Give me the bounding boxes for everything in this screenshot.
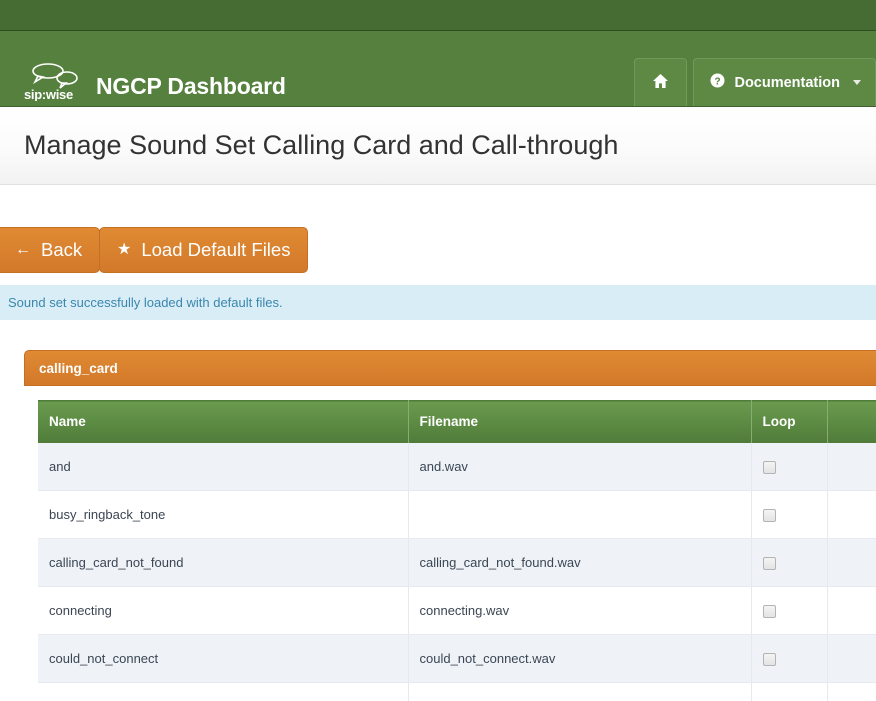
panel-header: calling_card	[24, 350, 876, 386]
cell-name: and	[38, 443, 408, 491]
cell-name	[38, 683, 408, 701]
home-button[interactable]	[634, 58, 687, 106]
column-header-extra[interactable]	[827, 401, 876, 443]
top-strip	[0, 0, 876, 31]
load-default-files-label: Load Default Files	[141, 239, 290, 261]
panel-body: Name Filename Loop andand.wavbusy_ringba…	[24, 386, 876, 701]
star-icon: ★	[117, 242, 131, 258]
success-alert: Sound set successfully loaded with defau…	[0, 285, 876, 320]
cell-loop	[751, 635, 827, 683]
cell-loop	[751, 443, 827, 491]
brand[interactable]: sip:wise NGCP Dashboard	[24, 61, 286, 101]
table-head: Name Filename Loop	[38, 401, 876, 443]
table-row[interactable]: calling_card_not_foundcalling_card_not_f…	[38, 539, 876, 587]
cell-loop	[751, 683, 827, 701]
cell-loop	[751, 491, 827, 539]
cell-filename	[408, 683, 751, 701]
loop-checkbox[interactable]	[763, 509, 776, 522]
loop-checkbox[interactable]	[763, 461, 776, 474]
cell-name: calling_card_not_found	[38, 539, 408, 587]
cell-actions	[827, 443, 876, 491]
sipwise-wordmark: sip:wise	[24, 87, 73, 101]
cell-actions	[827, 491, 876, 539]
loop-checkbox[interactable]	[763, 557, 776, 570]
table-row[interactable]	[38, 683, 876, 701]
cell-filename: and.wav	[408, 443, 751, 491]
dashboard-title: NGCP Dashboard	[96, 75, 286, 101]
loop-checkbox[interactable]	[763, 605, 776, 618]
sound-files-table: Name Filename Loop andand.wavbusy_ringba…	[38, 400, 876, 701]
sound-set-panel: calling_card Name Filename Loop andand.w…	[24, 350, 876, 701]
cell-loop	[751, 587, 827, 635]
cell-actions	[827, 683, 876, 701]
column-header-name[interactable]: Name	[38, 401, 408, 443]
table-body: andand.wavbusy_ringback_tonecalling_card…	[38, 443, 876, 701]
load-default-files-button[interactable]: ★ Load Default Files	[99, 227, 308, 273]
cell-filename: calling_card_not_found.wav	[408, 539, 751, 587]
cell-name: connecting	[38, 587, 408, 635]
page-title: Manage Sound Set Calling Card and Call-t…	[24, 130, 618, 161]
loop-checkbox[interactable]	[763, 653, 776, 666]
home-icon	[652, 73, 669, 93]
panel-header-label: calling_card	[39, 361, 118, 376]
cell-filename	[408, 491, 751, 539]
cell-name: could_not_connect	[38, 635, 408, 683]
column-header-loop[interactable]: Loop	[751, 401, 827, 443]
navbar: sip:wise NGCP Dashboard ? Documentation	[0, 31, 876, 107]
cell-name: busy_ringback_tone	[38, 491, 408, 539]
cell-actions	[827, 635, 876, 683]
cell-filename: could_not_connect.wav	[408, 635, 751, 683]
cell-actions	[827, 587, 876, 635]
table-row[interactable]: andand.wav	[38, 443, 876, 491]
arrow-left-icon: ←	[15, 242, 31, 258]
navbar-actions: ? Documentation	[634, 58, 876, 106]
column-header-filename[interactable]: Filename	[408, 401, 751, 443]
sipwise-logo-icon: sip:wise	[24, 61, 88, 101]
table-row[interactable]: connectingconnecting.wav	[38, 587, 876, 635]
page-title-band: Manage Sound Set Calling Card and Call-t…	[0, 107, 876, 185]
back-button[interactable]: ← Back	[0, 227, 100, 273]
question-circle-icon: ?	[710, 73, 725, 92]
action-toolbar: ← Back ★ Load Default Files	[0, 227, 876, 285]
svg-text:?: ?	[715, 76, 721, 87]
alert-message: Sound set successfully loaded with defau…	[8, 295, 283, 310]
cell-filename: connecting.wav	[408, 587, 751, 635]
chevron-down-icon	[853, 80, 861, 85]
back-button-label: Back	[41, 239, 82, 261]
table-header-row: Name Filename Loop	[38, 401, 876, 443]
cell-actions	[827, 539, 876, 587]
cell-loop	[751, 539, 827, 587]
table-row[interactable]: could_not_connectcould_not_connect.wav	[38, 635, 876, 683]
table-row[interactable]: busy_ringback_tone	[38, 491, 876, 539]
documentation-dropdown-button[interactable]: ? Documentation	[693, 58, 876, 106]
documentation-label: Documentation	[734, 75, 840, 91]
